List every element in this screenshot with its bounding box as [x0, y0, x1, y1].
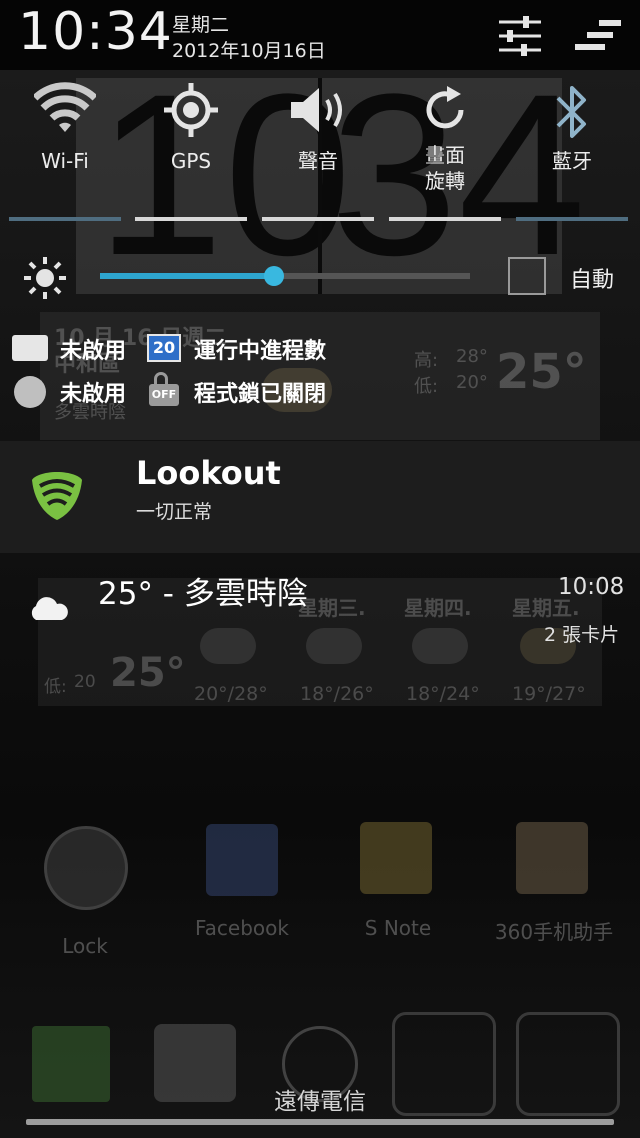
phone-dock-icon: [32, 1026, 110, 1102]
auto-brightness-label: 自動: [570, 268, 615, 293]
facebook-app-icon: [206, 824, 278, 896]
bluetooth-status-bar: [516, 217, 628, 221]
shade-drag-handle[interactable]: [26, 1119, 614, 1125]
brightness-icon: [22, 255, 68, 305]
brightness-slider-fill: [100, 273, 274, 279]
bluetooth-toggle[interactable]: 藍牙: [513, 82, 631, 221]
weather-time: 10:08: [558, 574, 625, 600]
folder-dock-icon: [392, 1012, 496, 1116]
sound-status-bar: [262, 217, 374, 221]
app-label-lock: Lock: [62, 934, 108, 958]
widget-low-label: 低:: [414, 376, 439, 397]
lock-app-icon: [44, 826, 128, 910]
wifi-toggle[interactable]: Wi-Fi: [6, 82, 124, 221]
rotation-label: 畫面 旋轉: [425, 143, 465, 193]
bluetooth-icon: [556, 86, 586, 138]
app-label-facebook: Facebook: [195, 916, 289, 940]
gps-status-bar: [135, 217, 247, 221]
app-label-360: 360手机助手: [494, 920, 614, 944]
wifi-label: Wi-Fi: [41, 149, 89, 173]
lookout-shield-icon: [30, 470, 84, 526]
snote-app-icon: [360, 822, 432, 894]
rotation-status-bar: [389, 217, 501, 221]
clear-notifications-icon[interactable]: [575, 20, 621, 56]
lock-icon: [154, 372, 168, 386]
weather-title: 25° - 多雲時陰: [98, 576, 308, 612]
widget-high: 28°: [456, 346, 488, 367]
battery-saver-icon: [12, 335, 48, 361]
forecast-low: 20: [74, 672, 96, 692]
sound-toggle[interactable]: 聲音: [259, 82, 377, 221]
header-clock: 10:34: [18, 2, 173, 62]
weather-card-count: 2 張卡片: [544, 624, 620, 646]
sound-label: 聲音: [298, 149, 338, 173]
process-count-badge: 20: [147, 334, 181, 362]
wifi-status-bar: [9, 217, 121, 221]
forecast-range-2: 18°/26°: [300, 683, 374, 705]
forecast-low-label: 低:: [44, 677, 67, 697]
status-item-4-label: 程式鎖已關閉: [194, 382, 327, 407]
cloud-icon: [28, 596, 70, 626]
gps-icon: [164, 83, 218, 137]
gps-toggle[interactable]: GPS: [132, 82, 250, 221]
widget-gear-icon: [14, 376, 46, 408]
gps-label: GPS: [170, 149, 212, 173]
app-label-snote: S Note: [364, 916, 432, 940]
rotation-toggle[interactable]: 畫面 旋轉: [386, 82, 504, 221]
speaker-icon: [291, 88, 342, 132]
auto-brightness-checkbox[interactable]: [508, 257, 546, 295]
bluetooth-label: 藍牙: [552, 149, 592, 173]
brightness-slider-thumb[interactable]: [263, 266, 284, 286]
360-app-icon: [516, 822, 588, 894]
rotate-icon: [426, 86, 464, 129]
forecast-range-4: 19°/27°: [512, 683, 586, 705]
header-weekday: 星期二: [172, 14, 230, 36]
lookout-title: Lookout: [136, 454, 281, 492]
app-lock-off-badge: OFF: [149, 384, 179, 406]
status-item-3-label: 未啟用: [60, 382, 127, 407]
status-item-2-label: 運行中進程數: [194, 339, 327, 364]
settings-sliders-icon[interactable]: [497, 14, 543, 62]
forecast-current-temp: 25°: [110, 650, 186, 696]
status-item-1-label: 未啟用: [60, 339, 127, 364]
forecast-range-1: 20°/28°: [194, 683, 268, 705]
folder-dock-icon: [516, 1012, 620, 1116]
camera-dock-icon: [154, 1024, 236, 1102]
widget-low: 20°: [456, 372, 488, 393]
carrier-label: 遠傳電信: [274, 1089, 366, 1115]
header-date: 2012年10月16日: [172, 40, 326, 62]
lookout-subtitle: 一切正常: [136, 501, 213, 523]
lookout-notification[interactable]: [0, 441, 640, 553]
widget-high-label: 高:: [414, 350, 439, 371]
forecast-range-3: 18°/24°: [406, 683, 480, 705]
wifi-icon: [34, 82, 96, 132]
widget-temperature: 25°: [496, 344, 587, 400]
